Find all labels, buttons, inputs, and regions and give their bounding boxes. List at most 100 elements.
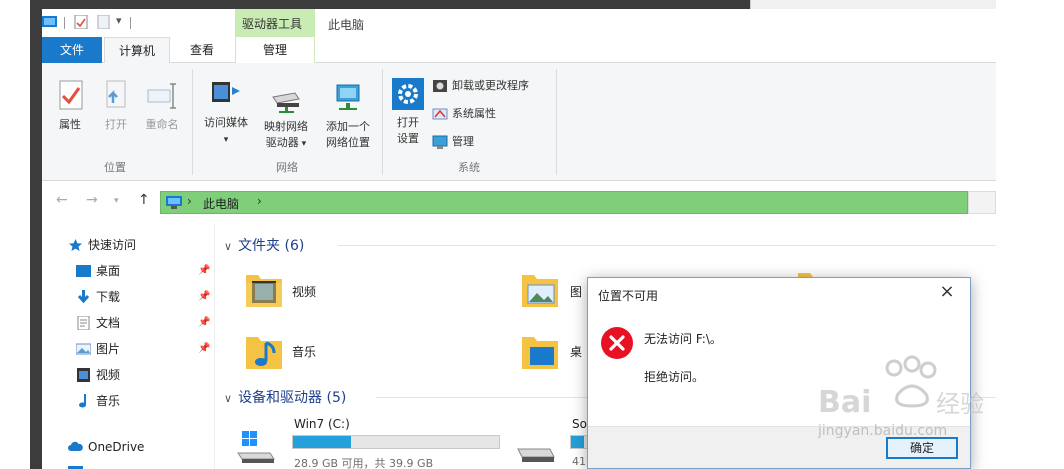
outer-margin: [0, 0, 30, 469]
nav-item-music[interactable]: 音乐: [76, 390, 120, 412]
uninstall-programs-button[interactable]: 卸载或更改程序: [432, 77, 529, 95]
pin-icon[interactable]: 📌: [198, 317, 210, 328]
open-settings-button[interactable]: 打开 设置: [388, 77, 428, 147]
back-arrow-icon[interactable]: ←: [56, 192, 68, 208]
ribbon-group-system: 打开 设置 卸载或更改程序 系统属性 管理 系统: [384, 67, 554, 179]
nav-item-videos[interactable]: 视频: [76, 364, 120, 386]
folder-desktop-icon[interactable]: [520, 329, 560, 373]
ribbon-group-separator-3: [556, 69, 557, 175]
rename-label: 重命名: [145, 118, 179, 131]
folder-videos-label[interactable]: 视频: [292, 283, 316, 300]
access-media-label: 访问媒体: [204, 116, 248, 129]
nav-item-desktop[interactable]: 桌面: [76, 260, 120, 282]
ribbon-group-network: 访问媒体 ▾ 映射网络 驱动器 ▾ 添加一个 网络位置 网络: [194, 67, 380, 179]
pin-icon[interactable]: 📌: [198, 343, 210, 354]
nav-this-pc[interactable]: [68, 464, 198, 469]
nav-onedrive[interactable]: OneDrive: [68, 436, 144, 458]
address-bar[interactable]: › 此电脑 ›: [160, 191, 968, 214]
tab-computer[interactable]: 计算机: [104, 37, 170, 64]
drive-c-usage-bar: [292, 435, 500, 449]
quick-access-dropdown-icon[interactable]: ▾: [116, 14, 122, 27]
background-window-corner: [750, 0, 996, 9]
nav-quick-access[interactable]: 快速访问: [68, 234, 136, 256]
nav-item-downloads[interactable]: 下载: [76, 286, 120, 308]
properties-quick-icon[interactable]: [74, 15, 90, 29]
rename-button[interactable]: 重命名: [138, 79, 186, 133]
open-icon: [106, 80, 126, 108]
quick-access-separator: [64, 17, 65, 29]
ribbon-group-system-label: 系统: [458, 161, 480, 174]
address-bar-end[interactable]: [968, 191, 996, 214]
open-button[interactable]: 打开: [96, 79, 136, 133]
up-arrow-icon[interactable]: ↑: [138, 192, 150, 208]
nav-item-documents[interactable]: 文档: [76, 312, 120, 334]
drive-c-free-space: 28.9 GB 可用，共 39.9 GB: [294, 457, 434, 469]
nav-item-pictures[interactable]: 图片: [76, 338, 120, 360]
properties-label: 属性: [59, 118, 81, 131]
drive-2-label[interactable]: So: [572, 417, 587, 431]
tab-manage[interactable]: 管理: [235, 37, 315, 63]
properties-icon: [59, 80, 83, 110]
desktop-icon: [76, 265, 91, 277]
hard-drive-icon[interactable]: [516, 445, 556, 469]
new-folder-quick-icon[interactable]: [96, 15, 112, 29]
nav-item-label: 图片: [96, 342, 121, 356]
recent-dropdown-icon[interactable]: ▾: [114, 196, 119, 206]
cloud-icon: [68, 441, 83, 451]
folder-videos-icon[interactable]: [244, 267, 284, 311]
breadcrumb-chevron-icon: ›: [187, 194, 192, 208]
computer-manage-icon: [432, 135, 448, 149]
pictures-icon: [76, 343, 91, 355]
access-media-dropdown-icon: ▾: [223, 135, 229, 145]
open-settings-label-line2: 设置: [397, 132, 419, 145]
folder-pictures-label[interactable]: 图: [570, 283, 582, 300]
star-icon: [69, 239, 82, 251]
dialog-detail: 拒绝访问。: [644, 370, 705, 384]
document-icon: [77, 316, 90, 330]
map-drive-label-line2: 驱动器: [265, 136, 299, 149]
nav-item-label: 音乐: [96, 394, 121, 408]
media-icon: [212, 82, 240, 102]
nav-onedrive-label: OneDrive: [88, 440, 145, 454]
download-arrow-icon: [77, 290, 90, 304]
folder-music-label[interactable]: 音乐: [292, 343, 316, 360]
breadcrumb-this-pc[interactable]: 此电脑: [203, 195, 239, 212]
chevron-down-icon: ∨: [224, 392, 233, 405]
nav-item-label: 文档: [96, 316, 121, 330]
manage-button[interactable]: 管理: [432, 133, 474, 151]
tab-view[interactable]: 查看: [172, 37, 232, 63]
drives-section-header[interactable]: ∨ 设备和驱动器 (5): [224, 387, 346, 407]
system-properties-button[interactable]: 系统属性: [432, 105, 496, 123]
map-network-drive-button[interactable]: 映射网络 驱动器 ▾: [256, 81, 316, 152]
windows-drive-icon[interactable]: [236, 429, 276, 465]
window-title: 此电脑: [328, 18, 365, 32]
title-bar: ▾ 驱动器工具 此电脑: [42, 9, 996, 39]
system-properties-icon: [432, 108, 448, 120]
close-icon[interactable]: ×: [932, 280, 962, 304]
breadcrumb-chevron-icon-2[interactable]: ›: [257, 194, 262, 208]
explorer-app-icon[interactable]: [42, 15, 58, 29]
add-network-location-button[interactable]: 添加一个 网络位置: [318, 81, 378, 151]
folders-section-header[interactable]: ∨ 文件夹 (6): [224, 235, 304, 255]
folder-desktop-label[interactable]: 桌: [570, 343, 582, 360]
properties-button[interactable]: 属性: [50, 79, 90, 133]
nav-pane-divider[interactable]: [214, 224, 215, 469]
add-location-label-line2: 网络位置: [326, 136, 370, 149]
pin-icon[interactable]: 📌: [198, 291, 210, 302]
pin-icon[interactable]: 📌: [198, 265, 210, 276]
folder-pictures-icon[interactable]: [520, 267, 560, 311]
forward-arrow-icon[interactable]: →: [86, 192, 98, 208]
window-frame-left: [30, 9, 42, 469]
drive-c-label[interactable]: Win7 (C:): [294, 417, 350, 431]
drives-section-title: 设备和驱动器 (5): [238, 390, 347, 406]
tab-file[interactable]: 文件: [42, 37, 102, 63]
quick-access-separator-2: [130, 17, 131, 29]
settings-gear-icon: [392, 78, 424, 110]
access-media-button[interactable]: 访问媒体 ▾: [198, 77, 254, 148]
chevron-down-icon: ∨: [224, 240, 233, 253]
map-drive-dropdown-icon: ▾: [298, 139, 307, 149]
nav-item-label: 视频: [96, 368, 121, 382]
add-location-label-line1: 添加一个: [326, 120, 370, 133]
address-bar-row: ← → ▾ ↑ › 此电脑 ›: [42, 189, 996, 215]
folder-music-icon[interactable]: [244, 329, 284, 373]
